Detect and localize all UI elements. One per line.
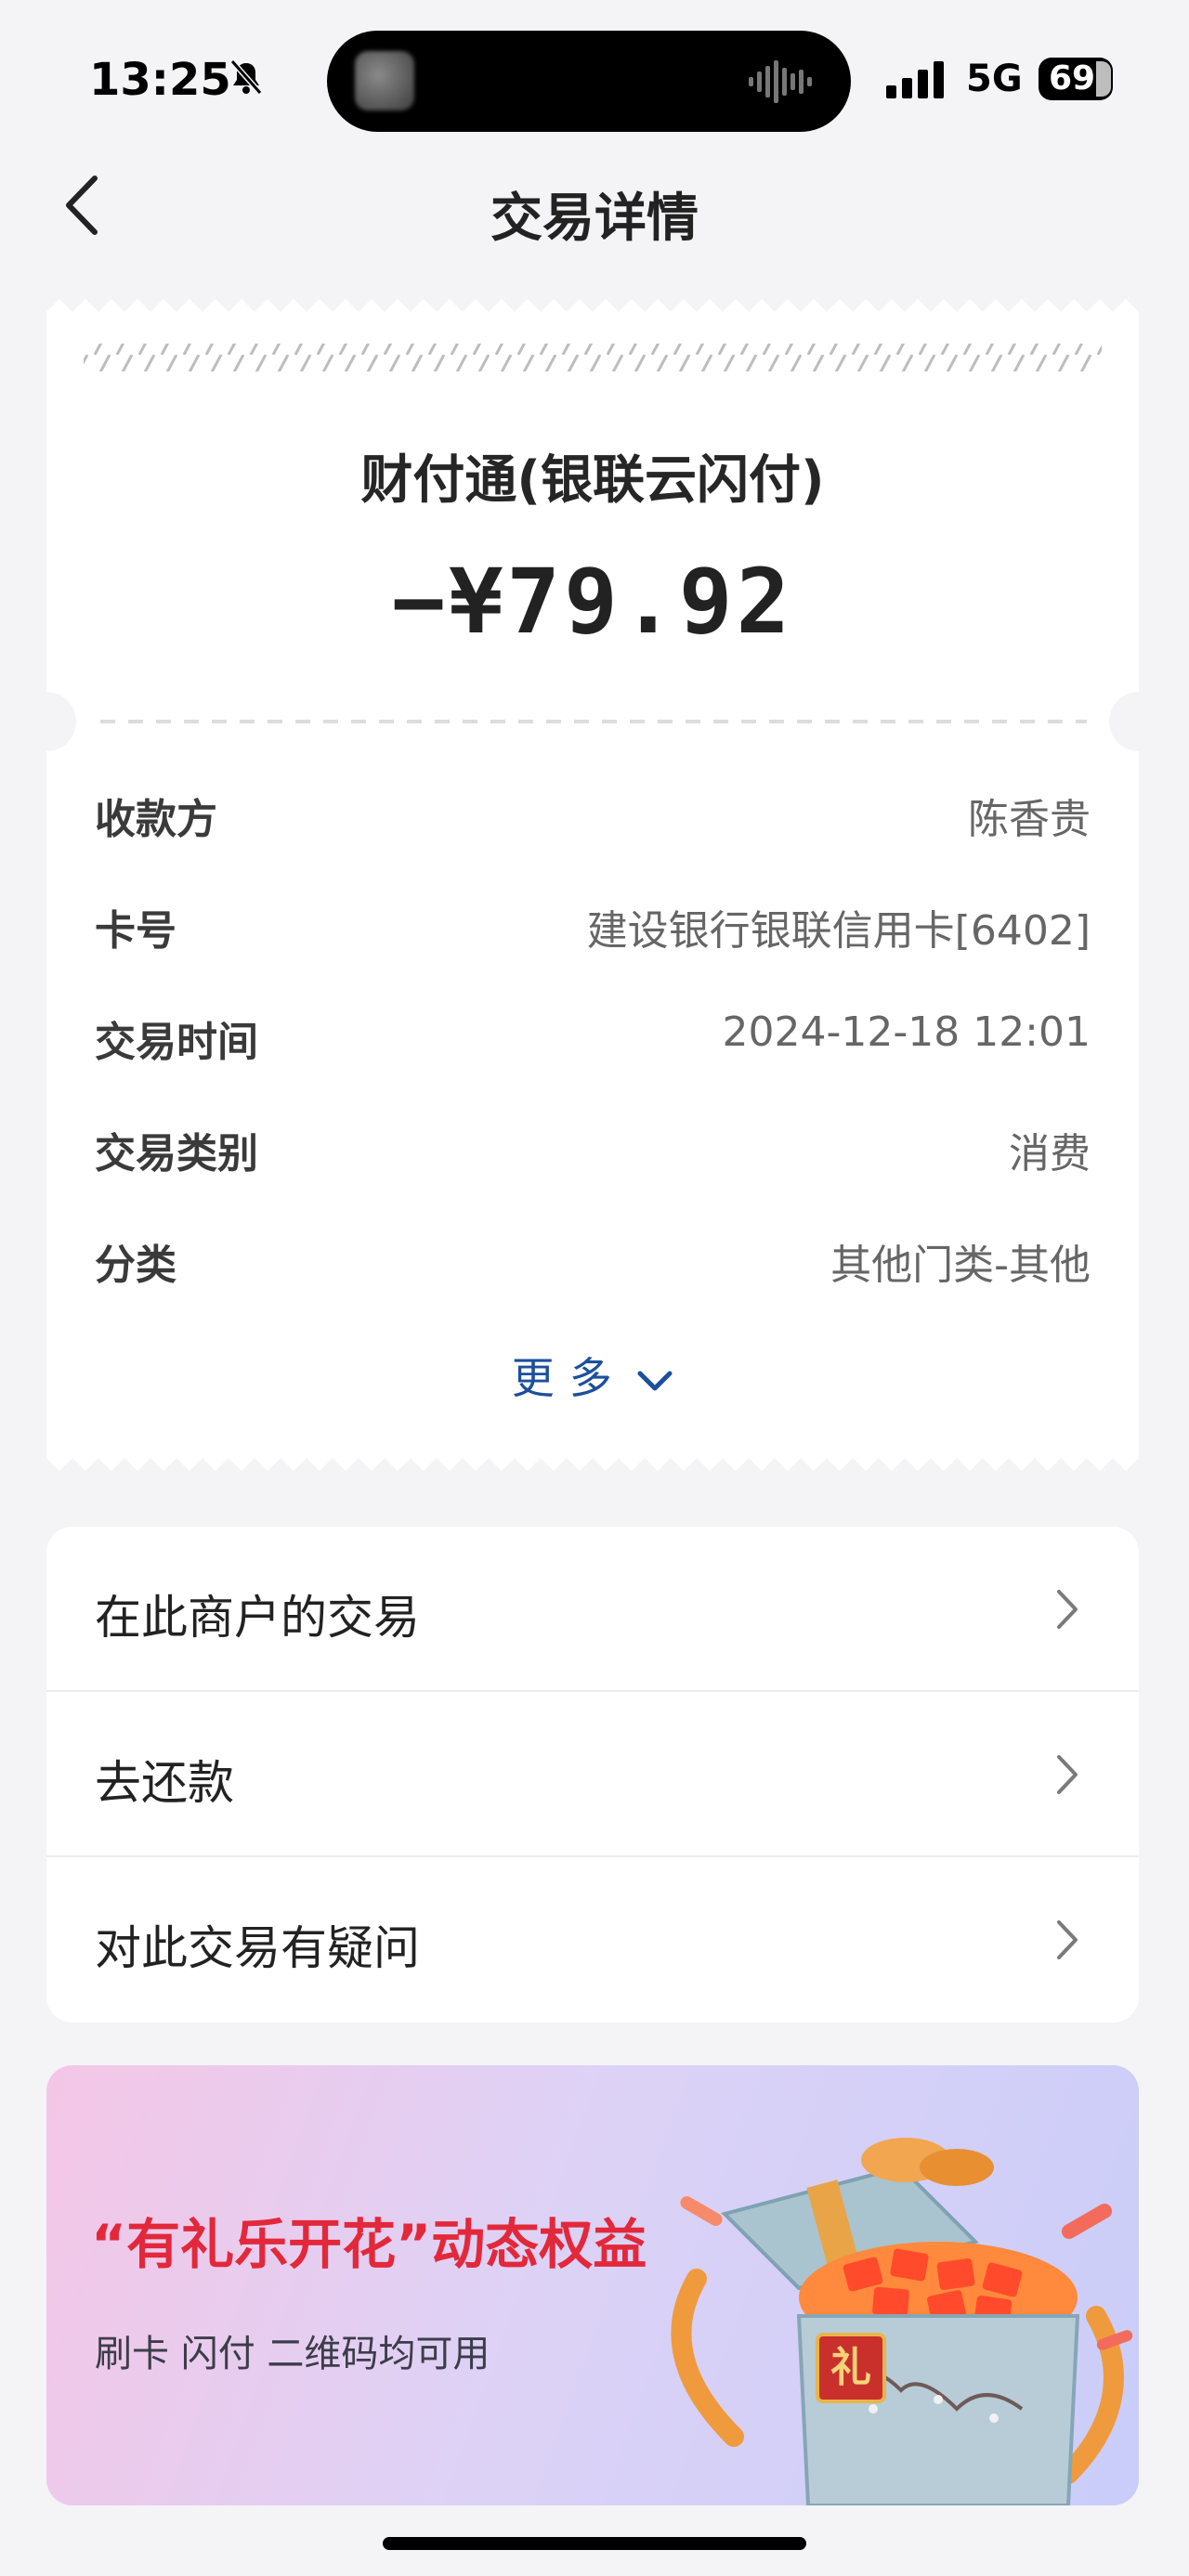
action-label: 对此交易有疑问 xyxy=(95,1921,420,1975)
transaction-amount: −¥79.92 xyxy=(391,550,794,654)
page-title: 交易详情 xyxy=(490,189,699,249)
dispute-item[interactable]: 对此交易有疑问 xyxy=(46,1857,1139,2023)
merchant-transactions-item[interactable]: 在此商户的交易 xyxy=(46,1527,1139,1692)
receipt-card: 财付通(银联云闪付) −¥79.92 收款方 陈香贵 卡号 建设银行银联信用卡[… xyxy=(46,299,1139,1471)
action-label: 在此商户的交易 xyxy=(95,1591,420,1645)
detail-value: 消费 xyxy=(1009,1130,1091,1177)
cellular-signal-icon xyxy=(886,61,944,98)
promo-banner[interactable]: “有礼乐开花”动态权益 刷卡 闪付 二维码均可用 礼 xyxy=(46,2065,1139,2505)
dynamic-island xyxy=(327,31,851,132)
status-time: 13:25 xyxy=(89,54,231,106)
audio-wave-icon xyxy=(749,60,812,103)
merchant-name: 财付通(银联云闪付) xyxy=(360,450,825,511)
chevron-down-icon xyxy=(637,1371,673,1390)
action-list: 在此商户的交易 去还款 对此交易有疑问 xyxy=(46,1527,1139,2023)
detail-label: 卡号 xyxy=(95,907,176,955)
battery-percent: 69 xyxy=(1048,59,1096,98)
banner-title: “有礼乐开花”动态权益 xyxy=(91,2213,647,2276)
chevron-right-icon xyxy=(1057,1755,1078,1794)
banner-subtitle: 刷卡 闪付 二维码均可用 xyxy=(95,2333,490,2375)
action-label: 去还款 xyxy=(95,1756,234,1810)
detail-label: 分类 xyxy=(95,1242,176,1289)
network-type: 5G xyxy=(966,58,1023,100)
detail-label: 收款方 xyxy=(95,796,217,843)
status-bar: 13:25 5G 69 xyxy=(0,0,1189,139)
detail-row-category: 分类 其他门类-其他 xyxy=(95,1231,1091,1289)
island-avatar xyxy=(355,51,414,111)
navigation-bar: 交易详情 xyxy=(0,139,1189,275)
more-label: 更多 xyxy=(511,1353,627,1403)
repay-item[interactable]: 去还款 xyxy=(46,1692,1139,1857)
detail-value: 建设银行银联信用卡[6402] xyxy=(586,907,1091,955)
seal-character: 礼 xyxy=(830,2344,871,2391)
gift-box-illustration: 礼 xyxy=(671,2138,1133,2505)
chevron-right-icon xyxy=(1057,1920,1078,1959)
detail-label: 交易时间 xyxy=(95,1019,258,1066)
more-button[interactable]: 更多 xyxy=(46,1345,1139,1406)
detail-row-card: 卡号 建设银行银联信用卡[6402] xyxy=(95,897,1091,955)
battery-icon: 69 xyxy=(1039,58,1122,100)
bell-muted-icon xyxy=(229,59,263,95)
detail-row-payee: 收款方 陈香贵 xyxy=(95,786,1091,843)
detail-row-time: 交易时间 2024-12-18 12:01 xyxy=(95,1008,1091,1066)
detail-value: 2024-12-18 12:01 xyxy=(722,1008,1091,1056)
detail-label: 交易类别 xyxy=(95,1130,258,1177)
detail-value: 陈香贵 xyxy=(968,796,1091,843)
detail-value: 其他门类-其他 xyxy=(830,1242,1091,1289)
detail-row-type: 交易类别 消费 xyxy=(95,1120,1091,1177)
home-indicator[interactable] xyxy=(383,2537,806,2550)
chevron-right-icon xyxy=(1057,1590,1078,1629)
